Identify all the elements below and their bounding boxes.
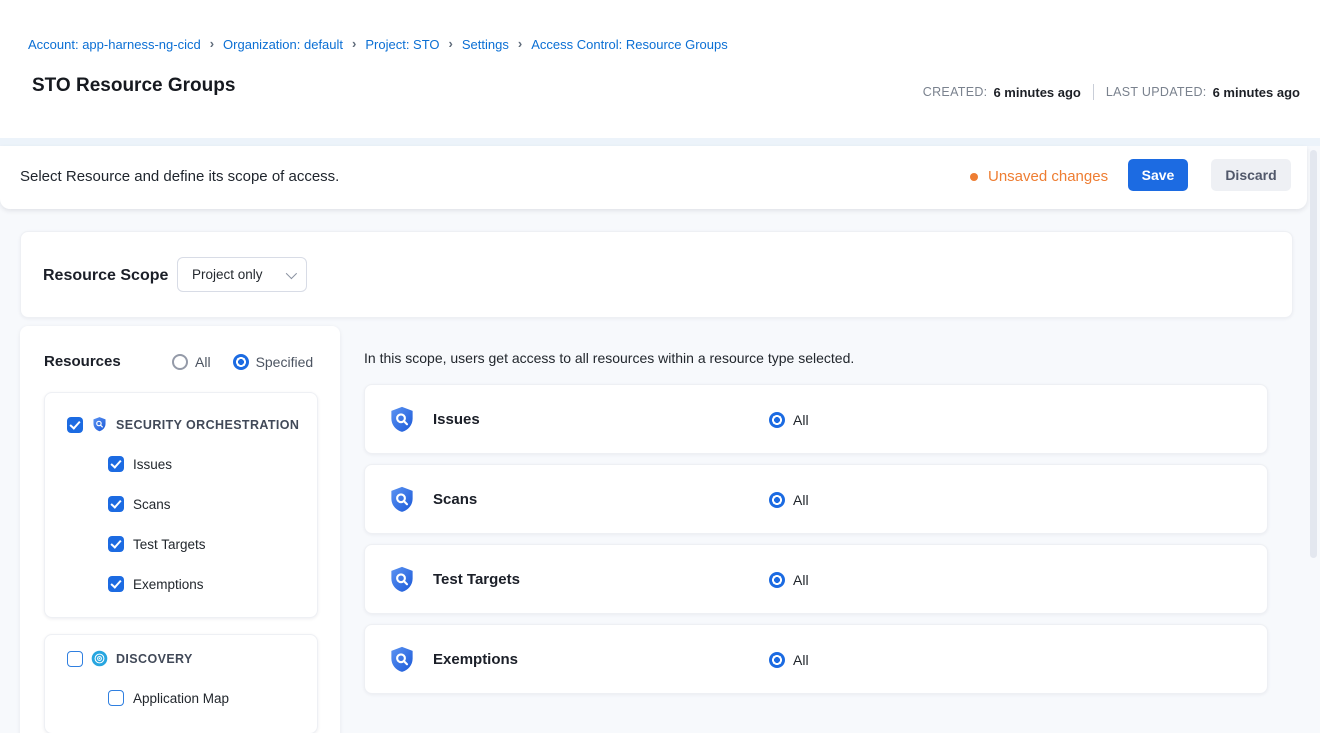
last-updated-label: LAST UPDATED:	[1106, 85, 1207, 99]
test-targets-all-radio[interactable]	[769, 572, 785, 588]
resources-mode-specified-radio[interactable]	[233, 354, 249, 370]
page-title: STO Resource Groups	[32, 75, 235, 97]
shield-search-icon	[387, 565, 417, 595]
header-divider	[0, 138, 1320, 146]
breadcrumb-account[interactable]: Account: app-harness-ng-cicd	[28, 37, 201, 52]
shield-search-icon	[387, 645, 417, 675]
breadcrumb-resource-groups[interactable]: Access Control: Resource Groups	[531, 37, 728, 52]
test-targets-checkbox[interactable]	[108, 536, 124, 552]
resource-row-label: Exemptions	[433, 651, 518, 668]
security-orchestration-label[interactable]: SECURITY ORCHESTRATION	[116, 418, 299, 432]
action-toolbar: Select Resource and define its scope of …	[0, 146, 1307, 209]
unsaved-dot-icon	[970, 173, 978, 181]
exemptions-label[interactable]: Exemptions	[133, 577, 204, 592]
chevron-right-icon: ›	[449, 36, 453, 51]
resources-panel: Resources All Specified SECURITY ORCHEST…	[20, 326, 340, 733]
radar-icon	[91, 650, 108, 667]
issues-all-label[interactable]: All	[793, 412, 809, 428]
scans-all-radio[interactable]	[769, 492, 785, 508]
discard-button[interactable]: Discard	[1211, 159, 1291, 191]
exemptions-checkbox[interactable]	[108, 576, 124, 592]
breadcrumb-settings[interactable]: Settings	[462, 37, 509, 52]
issues-all-radio[interactable]	[769, 412, 785, 428]
breadcrumb-project[interactable]: Project: STO	[365, 37, 439, 52]
scans-checkbox[interactable]	[108, 496, 124, 512]
scans-all-label[interactable]: All	[793, 492, 809, 508]
meta-divider	[1093, 84, 1094, 100]
resource-group-security-orchestration: SECURITY ORCHESTRATION Issues Scans Test…	[44, 392, 318, 618]
issues-label[interactable]: Issues	[133, 457, 172, 472]
resources-title: Resources	[44, 353, 172, 370]
chevron-right-icon: ›	[210, 36, 214, 51]
resources-mode-all-radio[interactable]	[172, 354, 188, 370]
exemptions-all-label[interactable]: All	[793, 652, 809, 668]
scans-label[interactable]: Scans	[133, 497, 171, 512]
chevron-right-icon: ›	[518, 36, 522, 51]
shield-search-icon	[387, 485, 417, 515]
shield-search-icon	[387, 405, 417, 435]
resource-row-scans: Scans All	[364, 464, 1268, 534]
discovery-checkbox[interactable]	[67, 651, 83, 667]
application-map-checkbox[interactable]	[108, 690, 124, 706]
test-targets-all-label[interactable]: All	[793, 572, 809, 588]
resource-scope-card: Resource Scope Project only	[20, 231, 1293, 318]
issues-checkbox[interactable]	[108, 456, 124, 472]
page-header: Account: app-harness-ng-cicd › Organizat…	[0, 0, 1320, 138]
vertical-scrollbar[interactable]	[1310, 150, 1317, 558]
exemptions-all-radio[interactable]	[769, 652, 785, 668]
resource-scope-value: Project only	[192, 267, 286, 282]
chevron-right-icon: ›	[352, 36, 356, 51]
discovery-label[interactable]: DISCOVERY	[116, 652, 193, 666]
resource-row-test-targets: Test Targets All	[364, 544, 1268, 614]
chevron-down-icon	[286, 267, 297, 278]
application-map-label[interactable]: Application Map	[133, 691, 229, 706]
unsaved-changes-label: Unsaved changes	[988, 168, 1108, 185]
resource-row-label: Issues	[433, 411, 480, 428]
resource-row-exemptions: Exemptions All	[364, 624, 1268, 694]
resource-row-label: Scans	[433, 491, 477, 508]
last-updated-value: 6 minutes ago	[1213, 85, 1300, 100]
breadcrumb-organization[interactable]: Organization: default	[223, 37, 343, 52]
resource-scope-dropdown[interactable]: Project only	[177, 257, 307, 292]
save-button[interactable]: Save	[1128, 159, 1188, 191]
created-value: 6 minutes ago	[993, 85, 1080, 100]
resource-row-issues: Issues All	[364, 384, 1268, 454]
resource-row-label: Test Targets	[433, 571, 520, 588]
breadcrumb: Account: app-harness-ng-cicd › Organizat…	[28, 37, 728, 52]
resource-group-discovery: DISCOVERY Application Map	[44, 634, 318, 733]
security-orchestration-checkbox[interactable]	[67, 417, 83, 433]
created-label: CREATED:	[923, 85, 988, 99]
scope-description: In this scope, users get access to all r…	[364, 350, 854, 366]
resources-mode-specified-label[interactable]: Specified	[256, 354, 314, 370]
toolbar-description: Select Resource and define its scope of …	[20, 168, 339, 185]
resources-mode-all-label[interactable]: All	[195, 354, 211, 370]
created-updated-meta: CREATED: 6 minutes ago LAST UPDATED: 6 m…	[923, 84, 1300, 100]
resource-scope-label: Resource Scope	[43, 267, 168, 285]
shield-search-icon	[91, 416, 108, 433]
unsaved-changes-indicator: Unsaved changes	[970, 168, 1108, 185]
test-targets-label[interactable]: Test Targets	[133, 537, 206, 552]
